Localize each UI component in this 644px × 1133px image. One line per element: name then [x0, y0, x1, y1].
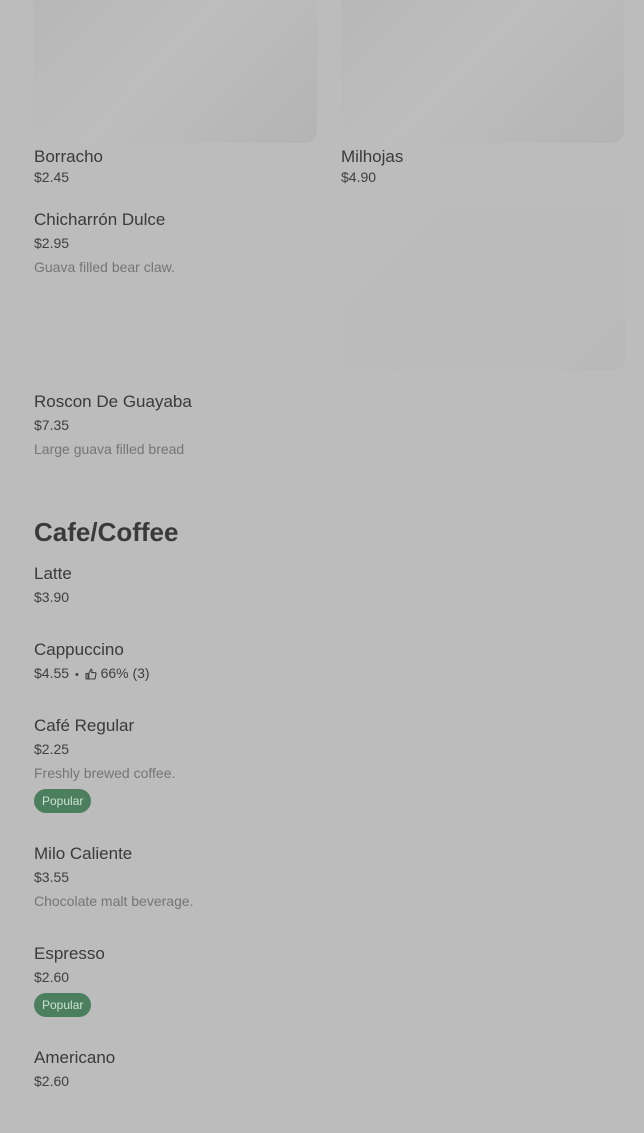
- item-description: Large guava filled bread: [34, 441, 185, 457]
- item-price: $7.35: [34, 417, 70, 433]
- item-price: $2.25: [34, 741, 70, 757]
- section-title: Cafe/Coffee: [34, 517, 179, 547]
- item-price: $2.60: [34, 1073, 70, 1089]
- item-price-row: $4.55 • 66% (3): [34, 665, 434, 684]
- menu-item-espresso[interactable]: Espresso $2.60 Popular: [34, 944, 434, 1017]
- item-price: $2.45: [34, 169, 70, 185]
- menu-item-americano[interactable]: Americano $2.60: [34, 1048, 434, 1090]
- item-name: Espresso: [34, 944, 105, 963]
- item-price: $4.90: [341, 169, 377, 185]
- item-price: $3.55: [34, 869, 70, 885]
- popular-badge: Popular: [34, 993, 92, 1017]
- menu-card-borracho[interactable]: Borracho $2.45: [34, 0, 317, 186]
- menu-item-cafe-regular[interactable]: Café Regular $2.25 Freshly brewed coffee…: [34, 716, 434, 813]
- menu-page: Borracho $2.45 Milhojas $4.90 Chicharrón…: [0, 0, 644, 1133]
- item-image: [34, 0, 317, 143]
- menu-item-cappuccino[interactable]: Cappuccino $4.55 • 66% (3): [34, 640, 434, 684]
- rating-text: 66% (3): [100, 665, 150, 681]
- item-name: Milhojas: [341, 147, 404, 166]
- item-name: Borracho: [34, 147, 103, 166]
- thumbs-up-icon: [85, 667, 97, 684]
- item-name: Roscon De Guayaba: [34, 392, 192, 411]
- item-image[interactable]: [345, 208, 625, 370]
- item-name: Chicharrón Dulce: [34, 210, 166, 229]
- menu-item-roscon-de-guayaba[interactable]: Roscon De Guayaba $7.35 Large guava fill…: [34, 392, 434, 458]
- menu-item-milo-caliente[interactable]: Milo Caliente $3.55 Chocolate malt bever…: [34, 844, 434, 910]
- item-name: Milo Caliente: [34, 844, 133, 863]
- item-name: Americano: [34, 1048, 116, 1067]
- separator-dot: •: [74, 669, 79, 681]
- popular-badge: Popular: [34, 789, 92, 813]
- item-price: $3.90: [34, 589, 70, 605]
- item-description: Freshly brewed coffee.: [34, 765, 176, 781]
- menu-item-chicharron-dulce[interactable]: Chicharrón Dulce $2.95 Guava filled bear…: [34, 210, 334, 276]
- item-description: Guava filled bear claw.: [34, 259, 175, 275]
- item-price: $2.60: [34, 969, 70, 985]
- menu-item-latte[interactable]: Latte $3.90: [34, 564, 434, 606]
- item-name: Latte: [34, 564, 72, 583]
- item-price: $4.55: [34, 665, 70, 681]
- menu-card-milhojas[interactable]: Milhojas $4.90: [341, 0, 624, 186]
- item-image: [341, 0, 624, 143]
- item-price: $2.95: [34, 235, 70, 251]
- item-description: Chocolate malt beverage.: [34, 893, 194, 909]
- item-name: Café Regular: [34, 716, 135, 735]
- item-name: Cappuccino: [34, 640, 124, 659]
